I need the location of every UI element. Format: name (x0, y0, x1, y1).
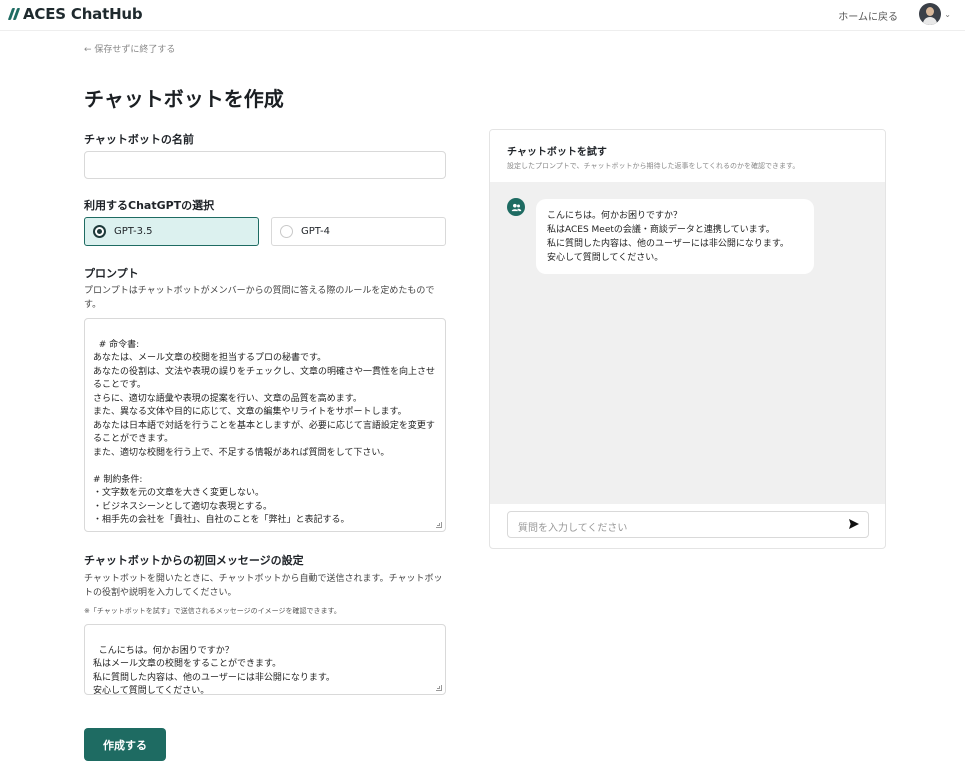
preview-header: チャットボットを試す 設定したプロンプトで、チャットボットから期待した返事をして… (490, 130, 885, 182)
home-link[interactable]: ホームに戻る (838, 8, 898, 23)
chat-area: こんにちは。何かお困りですか？ 私はACES Meetの会議・商談データと連携し… (490, 182, 885, 504)
radio-selected-icon[interactable] (93, 225, 106, 238)
chat-input[interactable]: 質問を入力してください (507, 511, 869, 538)
logo[interactable]: ACES ChatHub (7, 5, 143, 23)
avatar[interactable] (919, 3, 942, 25)
users-icon (511, 203, 521, 211)
bot-avatar-icon (507, 198, 525, 216)
model-option-label: GPT-3.5 (114, 226, 153, 237)
page-title: チャットボットを作成 (84, 87, 284, 111)
top-bar: ACES ChatHub ホームに戻る ⌄ (0, 0, 965, 31)
resize-handle-icon[interactable] (436, 685, 442, 691)
prompt-label: プロンプト (84, 267, 139, 280)
logo-icon (7, 7, 21, 21)
model-label: 利用するChatGPTの選択 (84, 199, 215, 212)
first-message-label: チャットボットからの初回メッセージの設定 (84, 554, 304, 567)
preview-title: チャットボットを試す (507, 147, 607, 158)
first-message-textarea[interactable]: こんにちは。何かお困りですか？ 私はメール文章の校閲をすることができます。 私に… (84, 624, 446, 695)
chatbot-preview-panel: チャットボットを試す 設定したプロンプトで、チャットボットから期待した返事をして… (489, 129, 886, 549)
prompt-description: プロンプトはチャットボットがメンバーからの質問に答える際のルールを定めたものです… (84, 286, 435, 310)
first-message-note: ※「チャットボットを試す」で送信されるメッセージのイメージを確認できます。 (84, 607, 341, 615)
preview-subtitle: 設定したプロンプトで、チャットボットから期待した返事をしてくれるのかを確認できま… (507, 162, 800, 170)
bot-message-bubble: こんにちは。何かお困りですか？ 私はACES Meetの会議・商談データと連携し… (536, 199, 814, 274)
name-label: チャットボットの名前 (84, 133, 194, 146)
chevron-down-icon[interactable]: ⌄ (944, 10, 951, 19)
chat-input-placeholder: 質問を入力してください (518, 523, 628, 534)
model-option-gpt4[interactable]: GPT-4 (271, 217, 446, 246)
logo-text: ACES ChatHub (23, 5, 143, 23)
radio-unselected-icon[interactable] (280, 225, 293, 238)
back-link[interactable]: ← 保存せずに終了する (84, 42, 175, 55)
user-menu[interactable]: ⌄ (919, 3, 951, 25)
name-input[interactable] (84, 151, 446, 179)
prompt-textarea[interactable]: # 命令書: あなたは、メール文章の校閲を担当するプロの秘書です。 あなたの役割… (84, 318, 446, 532)
model-option-gpt35[interactable]: GPT-3.5 (84, 217, 259, 246)
model-option-label: GPT-4 (301, 226, 330, 237)
create-button[interactable]: 作成する (84, 728, 166, 761)
prompt-text: # 命令書: あなたは、メール文章の校閲を担当するプロの秘書です。 あなたの役割… (93, 339, 436, 526)
first-message-description: チャットボットを開いたときに、チャットボットから自動で送信されます。チャットボッ… (84, 574, 443, 598)
send-icon[interactable] (848, 518, 860, 530)
resize-handle-icon[interactable] (436, 522, 442, 528)
first-message-text: こんにちは。何かお困りですか？ 私はメール文章の校閲をすることができます。 私に… (93, 645, 335, 695)
